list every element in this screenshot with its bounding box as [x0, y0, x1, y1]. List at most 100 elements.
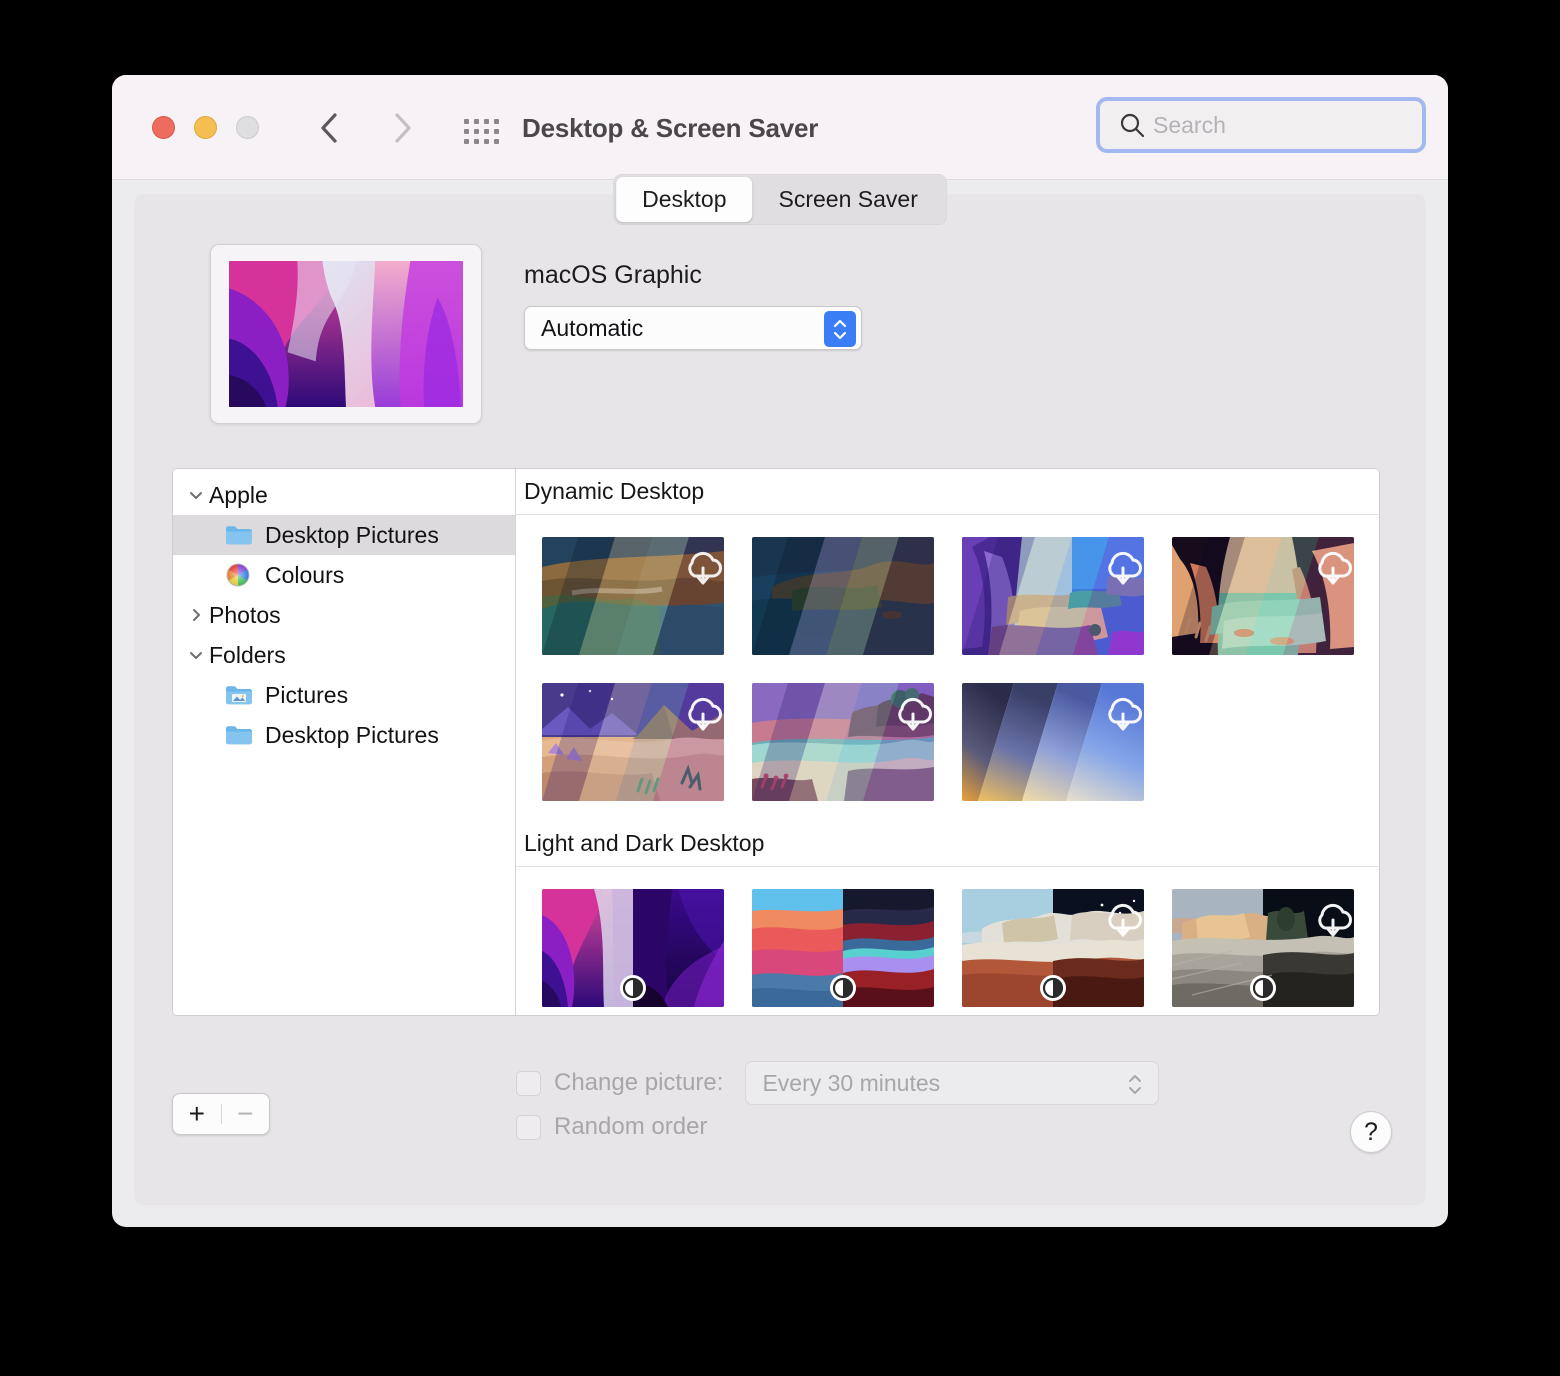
light-dark-badge-icon	[830, 975, 856, 1001]
wallpaper-thumb[interactable]	[752, 889, 934, 1007]
chevron-down-icon	[190, 652, 202, 659]
sidebar-item-desktop-pictures-folder[interactable]: Desktop Pictures	[173, 715, 515, 755]
section-header-dynamic-desktop: Dynamic Desktop	[516, 469, 1379, 515]
section-header-light-and-dark-desktop: Light and Dark Desktop	[516, 821, 1379, 867]
minimize-button[interactable]	[194, 116, 217, 139]
tab-screen-saver[interactable]: Screen Saver	[753, 177, 944, 222]
sidebar-item-colours[interactable]: Colours	[173, 555, 515, 595]
change-picture-checkbox	[516, 1070, 541, 1096]
chevron-up-icon	[833, 319, 847, 327]
wallpaper-preview-frame[interactable]	[210, 244, 482, 424]
help-button[interactable]: ?	[1350, 1111, 1392, 1153]
stepper-arrows-icon	[1126, 1065, 1144, 1103]
add-folder-button[interactable]: +	[173, 1100, 221, 1128]
change-interval-value: Every 30 minutes	[762, 1069, 941, 1096]
forward-button	[386, 111, 420, 145]
wallpaper-preview-image	[229, 261, 463, 407]
monterey-wallpaper-art	[229, 261, 463, 407]
wallpaper-thumb[interactable]	[542, 683, 724, 801]
sidebar-item-folders[interactable]: Folders	[173, 635, 515, 675]
change-picture-label: Change picture:	[554, 1069, 724, 1096]
page-title: Desktop & Screen Saver	[522, 113, 819, 143]
folder-pictures-glyph	[226, 686, 252, 705]
folder-glyph	[226, 726, 252, 745]
random-order-row: Random order	[516, 1105, 1159, 1149]
wallpaper-thumb-group-lightdark	[516, 867, 1379, 1015]
wallpaper-thumb[interactable]	[1172, 889, 1354, 1007]
bigsur-lightdark-art	[752, 889, 934, 1007]
sidebar-item-apple[interactable]: Apple	[173, 475, 515, 515]
wallpaper-thumb[interactable]	[752, 683, 934, 801]
random-order-label: Random order	[554, 1113, 708, 1140]
wallpaper-grid-pane[interactable]: Dynamic Desktop Light and Dark Desktop	[516, 469, 1379, 1015]
wallpaper-meta: macOS Graphic Automatic	[524, 244, 862, 424]
sidebar-item-label: Pictures	[265, 681, 349, 708]
folder-glyph	[226, 526, 252, 545]
close-button[interactable]	[152, 116, 175, 139]
sidebar-item-label: Folders	[209, 641, 286, 668]
change-interval-popup-button: Every 30 minutes	[745, 1061, 1160, 1105]
wallpaper-thumb[interactable]	[752, 537, 934, 655]
sidebar-item-photos[interactable]: Photos	[173, 595, 515, 635]
bigsur-graphic-art	[962, 537, 1144, 655]
solar-gradient-art	[962, 683, 1144, 801]
desert-graphic-art	[542, 683, 724, 801]
window-titlebar: Desktop & Screen Saver	[112, 75, 1448, 180]
disclosure-collapsed-icon[interactable]	[183, 607, 209, 623]
zoom-button	[236, 116, 259, 139]
appearance-popup-value: Automatic	[541, 314, 644, 341]
random-order-checkbox	[516, 1114, 541, 1140]
remove-folder-button: −	[222, 1100, 270, 1128]
chevron-right-icon	[395, 113, 411, 143]
chevron-up-icon	[1129, 1074, 1142, 1082]
sidebar-item-desktop-pictures[interactable]: Desktop Pictures	[173, 515, 515, 555]
sidebar-item-pictures[interactable]: Pictures	[173, 675, 515, 715]
back-button[interactable]	[312, 111, 346, 145]
preferences-window: Desktop & Screen Saver Desktop Screen Sa…	[112, 75, 1448, 1227]
add-remove-folder-buttons: + −	[172, 1093, 270, 1135]
wallpaper-browser: Apple Desktop Pictures Colours Photos Fo…	[172, 468, 1380, 1016]
whitepocket-lightdark-art	[962, 889, 1144, 1007]
wallpaper-thumb[interactable]	[962, 683, 1144, 801]
chevron-left-icon	[321, 113, 337, 143]
sidebar-item-label: Desktop Pictures	[265, 521, 439, 548]
change-picture-row: Change picture: Every 30 minutes	[516, 1061, 1160, 1105]
tab-bar: Desktop Screen Saver	[613, 174, 947, 225]
wallpaper-thumb[interactable]	[1172, 537, 1354, 655]
light-dark-badge-icon	[1250, 975, 1276, 1001]
wallpaper-thumb[interactable]	[962, 889, 1144, 1007]
bigsur-dynamic-art	[542, 537, 724, 655]
colour-wheel-icon	[225, 562, 255, 588]
catalina-dynamic-art	[752, 537, 934, 655]
appearance-popup-button[interactable]: Automatic	[524, 306, 862, 350]
sidebar-item-label: Photos	[209, 601, 281, 628]
chevron-down-icon	[190, 492, 202, 499]
remove-folder-label: −	[237, 1098, 254, 1129]
search-input[interactable]	[1153, 111, 1448, 139]
window-content: Desktop Screen Saver macOS Graphic Autom…	[112, 174, 1448, 1227]
sidebar-item-label: Colours	[265, 561, 345, 588]
source-sidebar: Apple Desktop Pictures Colours Photos Fo…	[173, 469, 516, 1015]
wallpaper-thumb[interactable]	[962, 537, 1144, 655]
search-field[interactable]	[1096, 97, 1448, 153]
wallpaper-thumb[interactable]	[542, 889, 724, 1007]
wallpaper-thumb[interactable]	[542, 537, 724, 655]
tab-desktop[interactable]: Desktop	[616, 177, 753, 222]
folder-icon	[225, 724, 255, 746]
colour-wheel-glyph	[226, 563, 250, 587]
traffic-light-buttons	[152, 116, 259, 139]
all-preferences-grid-icon[interactable]	[464, 119, 500, 145]
wallpaper-name: macOS Graphic	[524, 261, 702, 289]
search-icon	[1120, 113, 1145, 138]
hello-graphic-art	[1172, 537, 1354, 655]
light-dark-badge-icon	[620, 975, 646, 1001]
disclosure-expanded-icon[interactable]	[183, 487, 209, 503]
sandstone-lightdark-art	[1172, 889, 1354, 1007]
desktop-options: Change picture: Every 30 minutes Random …	[516, 1061, 1160, 1149]
chevron-right-icon	[193, 609, 200, 621]
beach-graphic-art	[752, 683, 934, 801]
light-dark-badge-icon	[1040, 975, 1066, 1001]
sidebar-item-label: Apple	[209, 481, 268, 508]
chevron-down-icon	[1129, 1086, 1142, 1094]
disclosure-expanded-icon[interactable]	[183, 647, 209, 663]
